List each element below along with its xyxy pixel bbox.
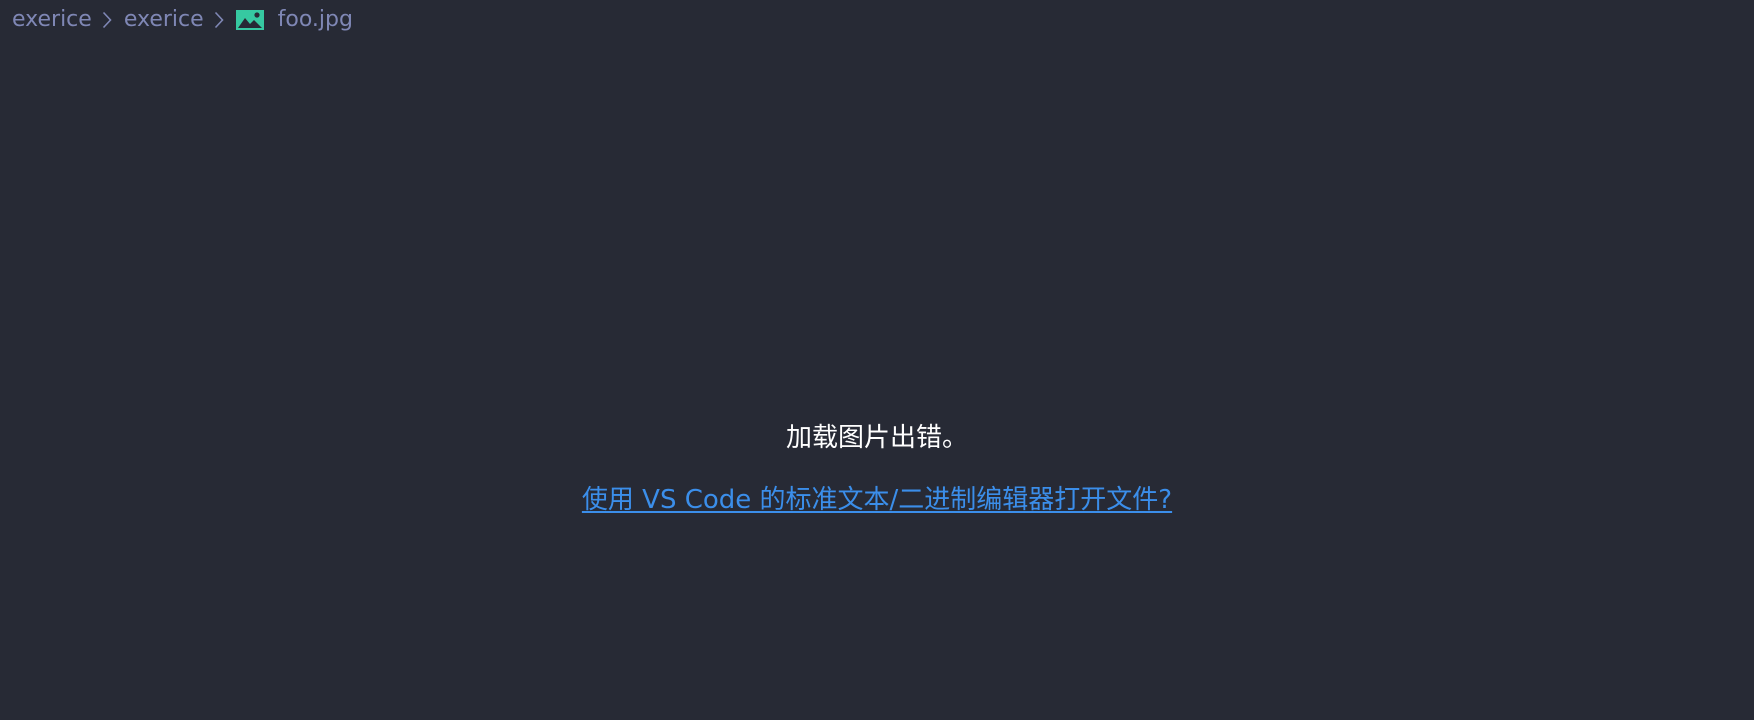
breadcrumb-item-folder-1[interactable]: exerice bbox=[12, 4, 92, 36]
image-load-error-message: 加载图片出错。 bbox=[785, 423, 968, 453]
chevron-right-icon bbox=[214, 11, 224, 29]
chevron-right-icon bbox=[102, 11, 112, 29]
breadcrumb-item-file[interactable]: foo.jpg bbox=[278, 4, 353, 36]
breadcrumb: exerice exerice foo.jpg bbox=[12, 4, 353, 36]
open-with-text-editor-link[interactable]: 使用 VS Code 的标准文本/二进制编辑器打开文件? bbox=[582, 485, 1172, 515]
open-with-text-editor-container: 使用 VS Code 的标准文本/二进制编辑器打开文件? bbox=[0, 482, 1754, 518]
image-editor: exerice exerice foo.jpg 加载图片出错。 使用 VS Co… bbox=[0, 0, 1754, 720]
image-file-icon bbox=[235, 10, 264, 30]
breadcrumb-item-folder-2[interactable]: exerice bbox=[124, 4, 204, 36]
